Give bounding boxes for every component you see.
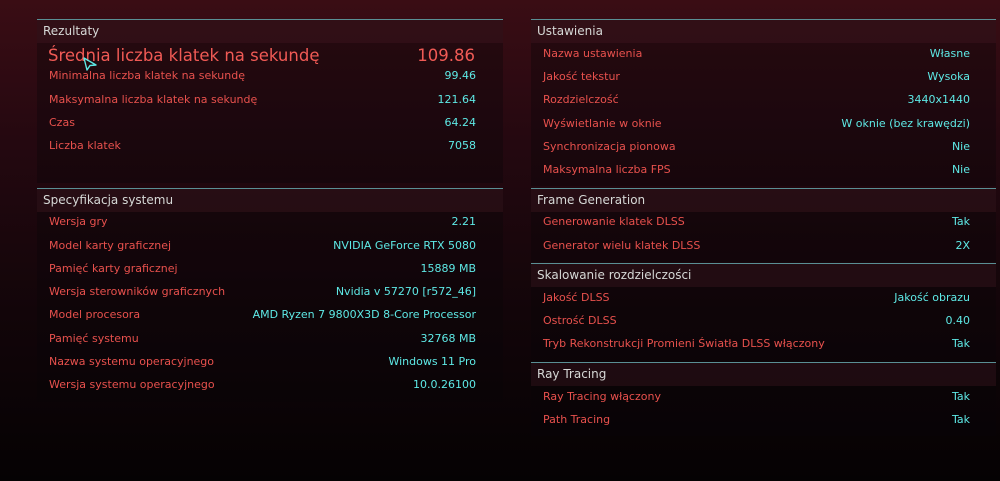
settings-value: Własne xyxy=(929,47,970,60)
system-row: Pamięć karty graficznej 15889 MB xyxy=(49,260,476,278)
frame-generation-value: 2X xyxy=(955,239,970,252)
frame-generation-header: Frame Generation xyxy=(531,188,996,212)
scaling-value: Tak xyxy=(951,337,970,350)
frame-generation-title: Frame Generation xyxy=(537,193,646,207)
settings-label: Jakość tekstur xyxy=(543,70,620,83)
settings-row: Jakość tekstur Wysoka xyxy=(543,68,970,86)
ray-tracing-row: Path Tracing Tak xyxy=(543,411,970,429)
ray-tracing-value: Tak xyxy=(951,413,970,426)
settings-row: Synchronizacja pionowa Nie xyxy=(543,138,970,156)
system-label: Wersja gry xyxy=(49,215,108,228)
settings-panel: Nazwa ustawienia Własne Jakość tekstur W… xyxy=(531,43,996,186)
settings-value: Nie xyxy=(951,163,970,176)
settings-header: Ustawienia xyxy=(531,19,996,43)
frame-generation-value: Tak xyxy=(951,215,970,228)
results-row: Czas 64.24 xyxy=(49,114,476,132)
ray-tracing-title: Ray Tracing xyxy=(537,367,607,381)
avg-fps-value: 109.86 xyxy=(417,46,475,65)
system-row: Wersja systemu operacyjnego 10.0.26100 xyxy=(49,376,476,394)
system-panel: Wersja gry 2.21 Model karty graficznej N… xyxy=(37,212,503,402)
settings-row: Nazwa ustawienia Własne xyxy=(543,45,970,63)
results-header: Rezultaty xyxy=(37,19,503,43)
mouse-cursor-icon xyxy=(83,57,97,71)
scaling-panel: Jakość DLSS Jakość obrazu Ostrość DLSS 0… xyxy=(531,287,996,362)
system-value: 10.0.26100 xyxy=(413,378,476,391)
system-header: Specyfikacja systemu xyxy=(37,188,503,212)
settings-label: Rozdzielczość xyxy=(543,93,619,106)
system-value: Nvidia v 57270 [r572_46] xyxy=(335,285,476,298)
result-value: 99.46 xyxy=(444,69,477,82)
system-row: Model procesora AMD Ryzen 7 9800X3D 8-Co… xyxy=(49,306,476,324)
settings-value: Nie xyxy=(951,140,970,153)
scaling-row: Ostrość DLSS 0.40 xyxy=(543,312,970,330)
ray-tracing-label: Path Tracing xyxy=(543,413,611,426)
system-value: 2.21 xyxy=(451,215,477,228)
system-label: Model procesora xyxy=(49,308,141,321)
settings-label: Wyświetlanie w oknie xyxy=(543,117,662,130)
settings-label: Synchronizacja pionowa xyxy=(543,140,676,153)
frame-generation-panel: Generowanie klatek DLSS Tak Generator wi… xyxy=(531,212,996,262)
system-row: Wersja gry 2.21 xyxy=(49,213,476,231)
ray-tracing-row: Ray Tracing włączony Tak xyxy=(543,388,970,406)
system-label: Nazwa systemu operacyjnego xyxy=(49,355,215,368)
settings-value: W oknie (bez krawędzi) xyxy=(841,117,970,130)
system-row: Nazwa systemu operacyjnego Windows 11 Pr… xyxy=(49,353,476,371)
scaling-value: Jakość obrazu xyxy=(894,291,970,304)
result-value: 64.24 xyxy=(444,116,477,129)
result-label: Minimalna liczba klatek na sekundę xyxy=(49,69,245,82)
results-row: Minimalna liczba klatek na sekundę 99.46 xyxy=(49,67,476,85)
scaling-row: Tryb Rekonstrukcji Promieni Światła DLSS… xyxy=(543,335,970,353)
system-label: Wersja sterowników graficznych xyxy=(49,285,226,298)
system-label: Model karty graficznej xyxy=(49,239,172,252)
frame-generation-label: Generator wielu klatek DLSS xyxy=(543,239,701,252)
result-value: 121.64 xyxy=(437,93,477,106)
results-panel: Średnia liczba klatek na sekundę 109.86 … xyxy=(37,43,503,183)
system-label: Pamięć karty graficznej xyxy=(49,262,178,275)
settings-label: Nazwa ustawienia xyxy=(543,47,643,60)
scaling-value: 0.40 xyxy=(945,314,971,327)
system-title: Specyfikacja systemu xyxy=(43,193,174,207)
system-label: Pamięć systemu xyxy=(49,332,139,345)
results-row: Maksymalna liczba klatek na sekundę 121.… xyxy=(49,91,476,109)
scaling-header: Skalowanie rozdzielczości xyxy=(531,263,996,287)
ray-tracing-label: Ray Tracing włączony xyxy=(543,390,661,403)
ray-tracing-panel: Ray Tracing włączony Tak Path Tracing Ta… xyxy=(531,386,996,436)
ray-tracing-value: Tak xyxy=(951,390,970,403)
result-label: Maksymalna liczba klatek na sekundę xyxy=(49,93,258,106)
settings-title: Ustawienia xyxy=(537,24,603,38)
system-label: Wersja systemu operacyjnego xyxy=(49,378,215,391)
result-label: Czas xyxy=(49,116,75,129)
results-title: Rezultaty xyxy=(43,24,100,38)
settings-label: Maksymalna liczba FPS xyxy=(543,163,671,176)
system-row: Wersja sterowników graficznych Nvidia v … xyxy=(49,283,476,301)
avg-fps-row: Średnia liczba klatek na sekundę 109.86 xyxy=(48,43,475,69)
settings-value: Wysoka xyxy=(927,70,970,83)
result-label: Liczba klatek xyxy=(49,139,121,152)
system-row: Model karty graficznej NVIDIA GeForce RT… xyxy=(49,237,476,255)
scaling-label: Ostrość DLSS xyxy=(543,314,617,327)
scaling-row: Jakość DLSS Jakość obrazu xyxy=(543,289,970,307)
settings-row: Maksymalna liczba FPS Nie xyxy=(543,161,970,179)
frame-generation-row: Generowanie klatek DLSS Tak xyxy=(543,213,970,231)
settings-row: Rozdzielczość 3440x1440 xyxy=(543,91,970,109)
system-value: 15889 MB xyxy=(420,262,476,275)
results-row: Liczba klatek 7058 xyxy=(49,137,476,155)
system-value: NVIDIA GeForce RTX 5080 xyxy=(333,239,476,252)
system-value: Windows 11 Pro xyxy=(388,355,476,368)
result-value: 7058 xyxy=(448,139,476,152)
system-row: Pamięć systemu 32768 MB xyxy=(49,330,476,348)
settings-value: 3440x1440 xyxy=(907,93,971,106)
system-value: AMD Ryzen 7 9800X3D 8-Core Processor xyxy=(252,308,476,321)
frame-generation-label: Generowanie klatek DLSS xyxy=(543,215,685,228)
ray-tracing-header: Ray Tracing xyxy=(531,362,996,386)
scaling-label: Tryb Rekonstrukcji Promieni Światła DLSS… xyxy=(543,337,825,350)
frame-generation-row: Generator wielu klatek DLSS 2X xyxy=(543,237,970,255)
scaling-label: Jakość DLSS xyxy=(543,291,610,304)
scaling-title: Skalowanie rozdzielczości xyxy=(537,268,692,282)
system-value: 32768 MB xyxy=(420,332,476,345)
settings-row: Wyświetlanie w oknie W oknie (bez krawęd… xyxy=(543,115,970,133)
